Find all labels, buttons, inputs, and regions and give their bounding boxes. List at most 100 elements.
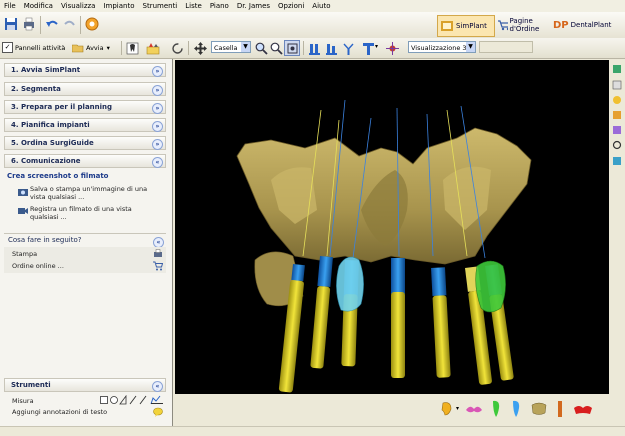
green-tooth-icon[interactable] — [490, 400, 502, 418]
menu-modifica[interactable]: Modifica — [20, 0, 57, 12]
task-panels-toggle[interactable]: ✓ Pannelli attività — [2, 41, 65, 54]
tab-dentalplant-label: DentalPlant — [570, 21, 612, 29]
cyan-tooth-model — [336, 256, 364, 312]
guide-button[interactable] — [360, 40, 376, 56]
green-tooth-model — [475, 260, 506, 313]
chevron-down-icon: » — [152, 103, 163, 114]
selection-dropdown-value: Casella — [214, 44, 238, 52]
reset-view-icon[interactable] — [612, 140, 622, 150]
print-button[interactable] — [21, 16, 37, 32]
menu-aiuto[interactable]: Aiuto — [308, 0, 334, 12]
folder-open-icon — [72, 44, 84, 52]
measure-label: Misura — [12, 397, 34, 405]
redo-button[interactable] — [62, 16, 78, 32]
skull-icon[interactable] — [530, 401, 548, 417]
tools-header[interactable]: Strumenti « — [4, 378, 166, 392]
task-panels-label: Pannelli attività — [15, 43, 66, 52]
secondary-dropdown[interactable] — [479, 41, 533, 53]
menu-opzioni[interactable]: Opzioni — [274, 0, 308, 12]
step-segmenta[interactable]: 2. Segmenta » — [4, 82, 166, 96]
start-label: Avvia — [86, 43, 104, 52]
step-ordina[interactable]: 5. Ordina SurgiGuide » — [4, 136, 166, 150]
annotation-icon — [153, 407, 163, 417]
selection-dropdown[interactable]: Casella ▼ — [211, 41, 251, 53]
object-visibility-bar: ▾ — [175, 396, 625, 424]
undo-button[interactable] — [44, 16, 60, 32]
save-button[interactable] — [3, 16, 19, 32]
tab-simplant[interactable]: SimPlant — [437, 15, 495, 37]
help-button[interactable] — [84, 16, 100, 32]
step-label: 2. Segmenta — [11, 85, 61, 93]
toolbar-separator — [188, 41, 189, 55]
tab-dentalplant[interactable]: DP DentalPlant — [553, 15, 623, 35]
tools-title: Strumenti — [11, 381, 51, 389]
soft-tissue-icon[interactable] — [465, 402, 483, 416]
tooth-tool-button[interactable] — [124, 40, 140, 56]
color-palette-icon[interactable] — [612, 95, 622, 105]
implant-2 — [310, 256, 333, 369]
step-comunicazione[interactable]: 6. Comunicazione « — [4, 154, 166, 168]
save-print-screenshot-link[interactable]: Salva o stampa un'immagine di una vista … — [30, 185, 150, 201]
step-pianifica[interactable]: 4. Pianifica impianti » — [4, 118, 166, 132]
layers-icon[interactable] — [612, 64, 622, 74]
cart-small-icon — [153, 261, 163, 271]
record-movie-link[interactable]: Registra un filmato di una vista qualsia… — [30, 205, 150, 221]
grid-icon[interactable] — [612, 125, 622, 135]
nerve-icon — [385, 41, 399, 55]
abutment-button[interactable] — [340, 40, 356, 56]
bone-tool-button[interactable] — [145, 40, 161, 56]
start-button[interactable]: Avvia ▾ — [72, 41, 110, 54]
3d-model-render — [236, 99, 532, 393]
cube-icon[interactable] — [612, 156, 622, 166]
clip-icon[interactable] — [612, 110, 622, 120]
red-model-icon[interactable] — [573, 402, 593, 416]
order-online-link[interactable]: Ordine online ... — [12, 262, 64, 270]
menu-piano[interactable]: Piano — [206, 0, 233, 12]
chevron-up-icon: « — [152, 157, 163, 168]
properties-icon[interactable] — [612, 80, 622, 90]
zoom-button[interactable] — [253, 40, 269, 56]
print-link[interactable]: Stampa — [12, 250, 37, 258]
menu-dr-james[interactable]: Dr. James — [233, 0, 274, 12]
bone-icon — [146, 42, 160, 54]
implant-add-button[interactable] — [306, 40, 322, 56]
toolbar-separator — [121, 41, 122, 55]
redo-icon — [64, 20, 75, 26]
toolbar-separator — [40, 16, 41, 34]
implant-align-button[interactable] — [323, 40, 339, 56]
implant-5 — [431, 267, 451, 378]
floppy-icon — [5, 18, 17, 30]
next-steps-header[interactable]: Cosa fare in seguito? « — [4, 233, 166, 248]
zoom-window-button[interactable] — [268, 40, 284, 56]
print-small-icon — [154, 249, 162, 257]
rotate-button[interactable] — [169, 40, 185, 56]
printer-icon — [24, 17, 34, 31]
menu-file[interactable]: File — [0, 0, 20, 12]
menu-visualizza[interactable]: Visualizza — [57, 0, 99, 12]
menu-impianto[interactable]: Impianto — [99, 0, 138, 12]
tab-pagine-ordine[interactable]: Pagine d'Ordine — [497, 15, 551, 35]
ear-icon[interactable] — [439, 401, 453, 417]
blue-tooth-icon[interactable] — [510, 400, 522, 418]
step-label: 4. Pianifica impianti — [11, 121, 90, 129]
3d-viewport[interactable] — [175, 60, 609, 394]
implant-align-icon — [325, 43, 337, 55]
dropdown-arrow-icon[interactable]: ▾ — [456, 405, 459, 412]
implant-icon — [308, 43, 320, 55]
guide-icon — [362, 42, 374, 55]
fit-view-button[interactable] — [284, 40, 300, 56]
tab-pagine-ordine-label: Pagine d'Ordine — [509, 17, 540, 33]
menu-strumenti[interactable]: Strumenti — [139, 0, 182, 12]
toolbar-separator — [303, 41, 304, 55]
add-annotation-link[interactable]: Aggiungi annotazioni di testo — [12, 408, 107, 416]
chevron-down-icon: ▼ — [466, 42, 475, 52]
view-dropdown[interactable]: Visualizzazione 3D ▼ — [408, 41, 476, 53]
implant-object-icon[interactable] — [555, 400, 565, 418]
menu-liste[interactable]: Liste — [181, 0, 206, 12]
nerve-button[interactable] — [384, 40, 400, 56]
pan-button[interactable] — [192, 40, 208, 56]
dropdown-arrow-icon[interactable]: ▾ — [375, 43, 378, 50]
measure-tools-icon[interactable] — [100, 395, 164, 405]
step-prepara[interactable]: 3. Prepara per il planning » — [4, 100, 166, 114]
step-avvia[interactable]: 1. Avvia SimPlant » — [4, 63, 166, 77]
